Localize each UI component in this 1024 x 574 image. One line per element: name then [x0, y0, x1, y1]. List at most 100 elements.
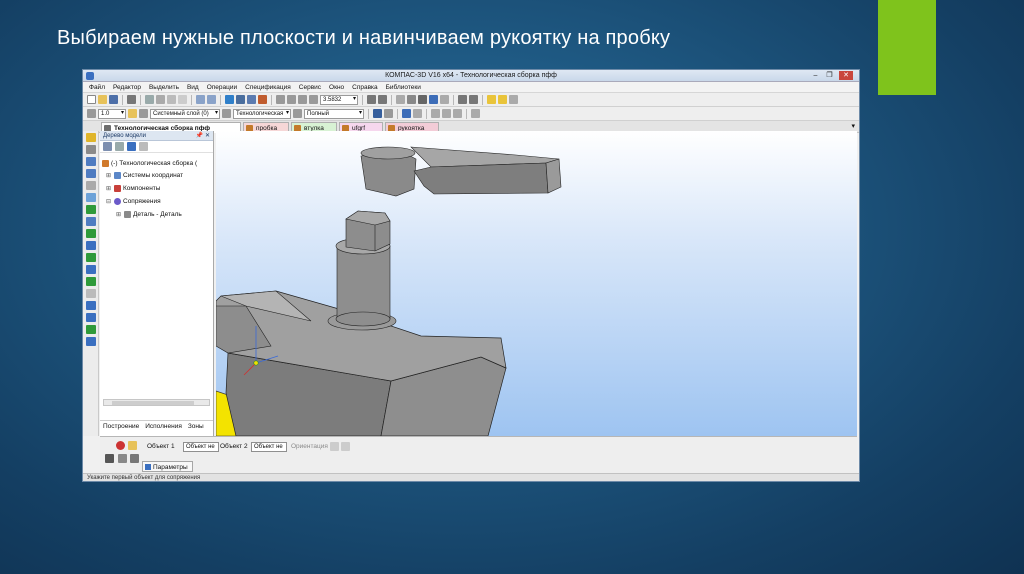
manager-icon[interactable] [225, 95, 234, 104]
ortho-icon[interactable] [471, 109, 480, 118]
layers-icon[interactable] [509, 95, 518, 104]
tool-editing-icon[interactable] [85, 133, 96, 142]
tree-list-icon[interactable] [115, 142, 124, 151]
assembly-select[interactable]: Технологическая [233, 108, 291, 119]
tool-library-icon[interactable] [85, 325, 96, 334]
menu-help[interactable]: Справка [352, 84, 378, 91]
shaded-icon[interactable] [418, 95, 427, 104]
close-icon[interactable]: ✕ [839, 71, 853, 80]
tree-item-coordinate-systems[interactable]: ⊞ Системы координат [106, 172, 183, 179]
menu-view[interactable]: Вид [187, 84, 199, 91]
tool-component-icon[interactable] [85, 181, 96, 190]
minimize-icon[interactable]: – [810, 71, 821, 80]
save-icon[interactable] [109, 95, 118, 104]
orientation-icon[interactable] [330, 442, 339, 451]
display-icon[interactable] [402, 109, 411, 118]
menu-select[interactable]: Выделить [149, 84, 179, 91]
orientation-icon[interactable] [222, 109, 231, 118]
calc-icon[interactable] [247, 95, 256, 104]
filter2-icon[interactable] [469, 95, 478, 104]
object1-field[interactable]: Объект не [183, 442, 219, 452]
layer-select[interactable]: Системный слой (0) [150, 108, 220, 119]
tabs-menu-icon[interactable]: ▾ [851, 122, 855, 130]
tool-curve-icon[interactable] [85, 289, 96, 298]
tool-weld-icon[interactable] [85, 313, 96, 322]
variables-icon[interactable] [236, 95, 245, 104]
shaded-edges-icon[interactable] [429, 95, 438, 104]
tool-sheet-icon[interactable] [85, 301, 96, 310]
tree-filter-icon[interactable] [127, 142, 136, 151]
tree-item-mates[interactable]: ⊟ Сопряжения [106, 198, 161, 205]
grid-snap-icon[interactable] [128, 109, 137, 118]
collapse-icon[interactable]: ⊟ [106, 198, 112, 205]
menu-window[interactable]: Окно [329, 84, 344, 91]
menu-file[interactable]: Файл [89, 84, 105, 91]
print-icon[interactable] [127, 95, 136, 104]
tree-item-mate-detail[interactable]: ⊞ Деталь - Деталь [116, 211, 182, 218]
close-panel-icon[interactable]: ✕ [205, 131, 210, 141]
zoom-in-icon[interactable] [287, 95, 296, 104]
expand-icon[interactable]: ⊞ [106, 172, 112, 179]
help-icon[interactable] [118, 454, 127, 463]
tree-item-assembly[interactable]: (-) Технологическая сборка ( [102, 160, 197, 167]
expand-icon[interactable]: ⊞ [106, 185, 112, 192]
pin-icon[interactable]: 📌 [196, 131, 203, 141]
tool-axis-icon[interactable] [85, 193, 96, 202]
tree-structure-icon[interactable] [103, 142, 112, 151]
view-mode-select[interactable]: Полный [304, 108, 364, 119]
perspective-icon[interactable] [440, 95, 449, 104]
shading-icon[interactable] [373, 109, 382, 118]
tool-measure-icon[interactable] [85, 241, 96, 250]
tab-executions[interactable]: Исполнения [145, 421, 182, 432]
redo-icon[interactable] [207, 95, 216, 104]
tab-construction[interactable]: Построение [103, 421, 139, 432]
tool-report-icon[interactable] [85, 253, 96, 262]
auto-create-icon[interactable] [128, 441, 137, 450]
view-orientation-icon[interactable] [396, 95, 405, 104]
highlight-icon[interactable] [487, 95, 496, 104]
tool-mate-icon[interactable] [85, 169, 96, 178]
menu-specification[interactable]: Спецификация [245, 84, 291, 91]
copy-icon[interactable] [167, 95, 176, 104]
library-icon[interactable] [258, 95, 267, 104]
tool-surface-icon[interactable] [85, 277, 96, 286]
stop-icon[interactable] [116, 441, 125, 450]
edges-icon[interactable] [413, 109, 422, 118]
tree-horizontal-scrollbar[interactable] [103, 399, 210, 406]
select-icon[interactable] [498, 95, 507, 104]
section-icon[interactable] [384, 109, 393, 118]
orientation-reverse-icon[interactable] [341, 442, 350, 451]
undo-icon[interactable] [196, 95, 205, 104]
mode-icon[interactable] [293, 109, 302, 118]
cut-icon[interactable] [156, 95, 165, 104]
maximize-icon[interactable]: ❐ [824, 71, 835, 80]
menu-service[interactable]: Сервис [299, 84, 321, 91]
scrollbar-thumb[interactable] [112, 401, 194, 405]
props-icon[interactable] [442, 109, 451, 118]
tool-select-icon[interactable] [85, 265, 96, 274]
step-icon[interactable] [87, 109, 96, 118]
camera-icon[interactable] [105, 454, 114, 463]
wireframe-icon[interactable] [407, 95, 416, 104]
tab-parameters[interactable]: Параметры [142, 461, 193, 472]
menu-operations[interactable]: Операции [207, 84, 237, 91]
open-file-icon[interactable] [98, 95, 107, 104]
preview-icon[interactable] [145, 95, 154, 104]
new-file-icon[interactable] [87, 95, 96, 104]
tool-geometry-icon[interactable] [85, 157, 96, 166]
remember-state-icon[interactable] [130, 454, 139, 463]
zoom-scale-field[interactable]: 3.5832 [320, 94, 358, 105]
tool-ext-icon[interactable] [85, 337, 96, 346]
tool-sketch-icon[interactable] [85, 145, 96, 154]
object2-field[interactable]: Объект не [251, 442, 287, 452]
menu-libraries[interactable]: Библиотеки [386, 84, 421, 91]
expand-icon[interactable]: ⊞ [116, 211, 122, 218]
tree-settings-icon[interactable] [139, 142, 148, 151]
measure-icon[interactable] [431, 109, 440, 118]
layer-icon[interactable] [139, 109, 148, 118]
tab-zones[interactable]: Зоны [188, 421, 204, 432]
paste-icon[interactable] [178, 95, 187, 104]
mass-icon[interactable] [453, 109, 462, 118]
tool-plane-icon[interactable] [85, 205, 96, 214]
step-field[interactable]: 1.0 [98, 108, 126, 119]
